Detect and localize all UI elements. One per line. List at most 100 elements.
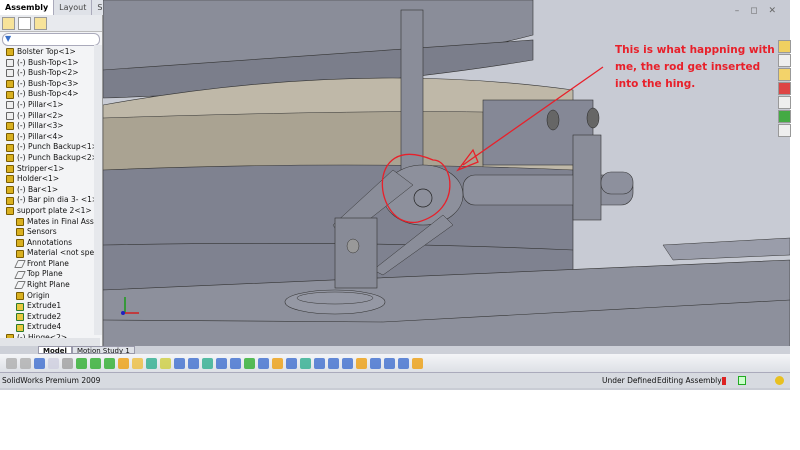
toolbar-button-icon[interactable] — [244, 357, 255, 369]
toolbar-button-icon[interactable] — [272, 357, 283, 369]
tree-item[interactable]: Extrude2 — [4, 312, 102, 323]
design-library-icon[interactable] — [778, 54, 791, 67]
material-icon — [16, 249, 24, 258]
toolbar-button-icon[interactable] — [6, 357, 17, 369]
toolbar-button-icon[interactable] — [384, 357, 395, 369]
filter-input[interactable]: ▼ — [2, 33, 100, 46]
status-bar: SolidWorks Premium 2009 Under Defined Ed… — [0, 372, 790, 388]
appearances-icon[interactable] — [778, 110, 791, 123]
tree-item[interactable]: support plate 2<1> — [4, 206, 102, 217]
tree-item[interactable]: Mates in Final Assem — [4, 217, 102, 228]
home-icon[interactable] — [778, 40, 791, 53]
tree-item-label: Front Plane — [27, 258, 69, 268]
tree-item-label: (-) Bush-Top<1> — [17, 57, 79, 67]
toolbar-button-icon[interactable] — [412, 357, 423, 369]
toolbar-button-icon[interactable] — [188, 357, 199, 369]
part-icon — [6, 154, 14, 163]
toolbar-button-icon[interactable] — [174, 357, 185, 369]
tree-item-label: (-) Punch Backup<1> — [17, 142, 98, 152]
tree-item[interactable]: (-) Bush-Top<1> — [4, 58, 102, 69]
tree-item-label: (-) Bush-Top<3> — [17, 78, 79, 88]
tree-item[interactable]: (-) Pillar<4> — [4, 132, 102, 143]
tree-item-label: Holder<1> — [17, 174, 60, 184]
help-icon[interactable] — [738, 376, 746, 385]
tree-item[interactable]: Origin — [4, 291, 102, 302]
toolbar-button-icon[interactable] — [76, 357, 87, 369]
tree-item[interactable]: Annotations — [4, 238, 102, 249]
toolbar-button-icon[interactable] — [48, 357, 59, 369]
tree-item[interactable]: Extrude1 — [4, 301, 102, 312]
bottom-tab-motion-study-1[interactable]: Motion Study 1 — [71, 346, 135, 355]
toolbar-button-icon[interactable] — [104, 357, 115, 369]
tree-item[interactable]: Extrude4 — [4, 322, 102, 333]
toolbar-button-icon[interactable] — [314, 357, 325, 369]
toolbar-button-icon[interactable] — [118, 357, 129, 369]
toolbar-button-icon[interactable] — [300, 357, 311, 369]
toolbar-button-icon[interactable] — [342, 357, 353, 369]
tree-item[interactable]: (-) Punch Backup<1> — [4, 142, 102, 153]
tree-item-label: (-) Pillar<3> — [17, 121, 64, 131]
rebuild-icon[interactable] — [722, 377, 726, 385]
tree-vertical-scrollbar[interactable] — [94, 45, 102, 335]
toolbar-button-icon[interactable] — [258, 357, 269, 369]
tree-item[interactable]: Right Plane — [4, 280, 102, 291]
toolbar-button-icon[interactable] — [216, 357, 227, 369]
status-app-name: SolidWorks Premium 2009 — [2, 376, 101, 385]
property-manager-tab-icon[interactable] — [18, 17, 31, 30]
tree-horizontal-scrollbar[interactable] — [0, 338, 100, 346]
file-explorer-icon[interactable] — [778, 68, 791, 81]
tree-item[interactable]: (-) Pillar<2> — [4, 111, 102, 122]
part-icon — [6, 186, 14, 195]
toolbar-button-icon[interactable] — [230, 357, 241, 369]
tree-item-label: Annotations — [27, 237, 73, 247]
toolbar-button-icon[interactable] — [356, 357, 367, 369]
tree-item[interactable]: Holder<1> — [4, 174, 102, 185]
toolbar-button-icon[interactable] — [370, 357, 381, 369]
tab-layout[interactable]: Layout — [54, 0, 93, 15]
status-definition: Under Defined — [602, 376, 657, 385]
toolbar-button-icon[interactable] — [160, 357, 171, 369]
tree-item[interactable]: (-) Punch Backup<2> — [4, 153, 102, 164]
bottom-tabs: Model Motion Study 1 — [0, 346, 790, 355]
tree-item[interactable]: Top Plane — [4, 269, 102, 280]
view-palette-icon[interactable] — [778, 82, 791, 95]
toolbar-button-icon[interactable] — [286, 357, 297, 369]
ghost-part-icon — [6, 111, 14, 120]
search-icon[interactable] — [778, 96, 791, 109]
toolbar-button-icon[interactable] — [20, 357, 31, 369]
tree-item[interactable]: Front Plane — [4, 259, 102, 270]
tree-item[interactable]: Stripper<1> — [4, 164, 102, 175]
solidworks-window: AssemblyLayoutSketchEvaluateOffice Produ… — [0, 0, 791, 390]
toolbar-button-icon[interactable] — [62, 357, 73, 369]
part-icon — [6, 196, 14, 205]
tree-item[interactable]: (-) Pillar<1> — [4, 100, 102, 111]
tree-item[interactable]: (-) Pillar<3> — [4, 121, 102, 132]
tree-item[interactable]: (-) Bar<1> — [4, 185, 102, 196]
part-icon — [6, 207, 14, 216]
toolbar-button-icon[interactable] — [34, 357, 45, 369]
tree-item[interactable]: Material <not specifi — [4, 248, 102, 259]
toolbar-button-icon[interactable] — [398, 357, 409, 369]
mates-icon — [16, 217, 24, 226]
configuration-manager-tab-icon[interactable] — [34, 17, 47, 30]
toolbar-button-icon[interactable] — [132, 357, 143, 369]
tree-item-label: Extrude2 — [27, 311, 62, 321]
toolbar-button-icon[interactable] — [146, 357, 157, 369]
bottom-tab-model[interactable]: Model — [38, 346, 72, 355]
toolbar-button-icon[interactable] — [328, 357, 339, 369]
tree-item[interactable]: (-) Bar pin dia 3- <1> — [4, 195, 102, 206]
tree-item[interactable]: (-) Bush-Top<3> — [4, 79, 102, 90]
options-icon[interactable] — [775, 376, 784, 385]
tree-item[interactable]: (-) Bush-Top<4> — [4, 89, 102, 100]
feature-manager-tab-icon[interactable] — [2, 17, 15, 30]
custom-properties-icon[interactable] — [778, 124, 791, 137]
tree-item-label: Mates in Final Assem — [27, 216, 102, 226]
tree-item[interactable]: Bolster Top<1> — [4, 47, 102, 58]
tree-item[interactable]: Sensors — [4, 227, 102, 238]
tree-item[interactable]: (-) Bush-Top<2> — [4, 68, 102, 79]
feature-manager-panel: ▼ Bolster Top<1> (-) Bush-Top<1> (-) Bush-… — [0, 15, 103, 346]
toolbar-button-icon[interactable] — [90, 357, 101, 369]
tab-assembly[interactable]: Assembly — [0, 0, 55, 15]
toolbar-button-icon[interactable] — [202, 357, 213, 369]
window-controls[interactable]: – ◻ ✕ — [735, 6, 780, 16]
